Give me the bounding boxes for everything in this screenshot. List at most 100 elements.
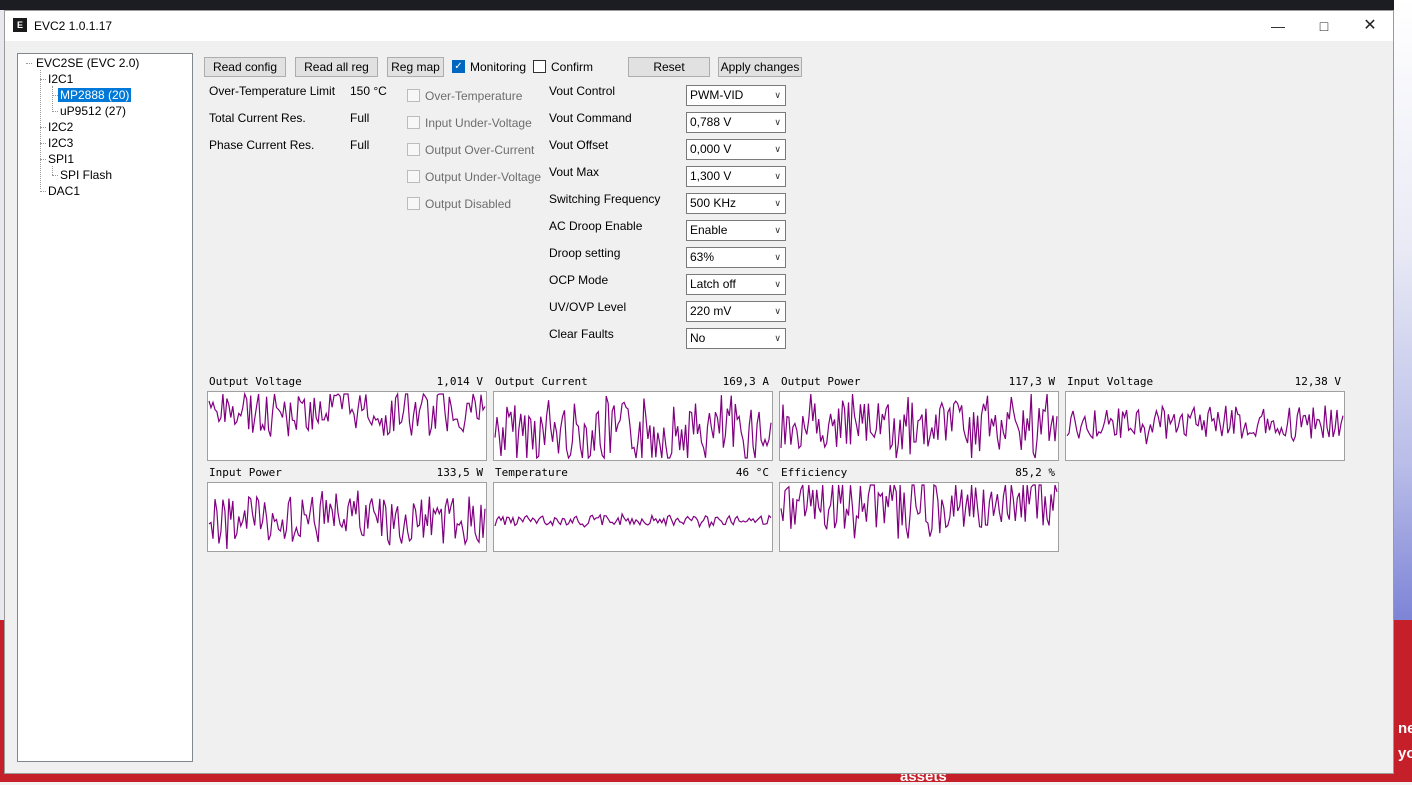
read-all-reg-button[interactable]: Read all reg: [295, 57, 378, 77]
info-label: Phase Current Res.: [209, 138, 315, 152]
tree-connector: [52, 111, 58, 112]
setting-label: Vout Offset: [549, 138, 609, 152]
monitor-title: Output Voltage: [209, 375, 302, 388]
setting-label: Switching Frequency: [549, 192, 661, 206]
monitor-graph: [1065, 391, 1345, 461]
read-config-button[interactable]: Read config: [204, 57, 286, 77]
minimize-button[interactable]: —: [1255, 11, 1301, 41]
background-text: yo: [1398, 745, 1412, 762]
status-checkbox: [407, 89, 420, 102]
tree-item-dac1[interactable]: DAC1: [48, 184, 80, 198]
tree-connector: [40, 79, 46, 80]
setting-label: Clear Faults: [549, 327, 614, 341]
app-icon: E: [13, 18, 27, 32]
chevron-down-icon: ∨: [774, 225, 781, 235]
monitor-value: 1,014 V: [436, 375, 483, 388]
monitoring-checkbox[interactable]: ✓: [452, 60, 465, 73]
tree-connector: [26, 63, 32, 64]
vout-command-select[interactable]: 0,788 V ∨: [686, 112, 786, 133]
droop-setting-select[interactable]: 63% ∨: [686, 247, 786, 268]
status-label: Output Under-Voltage: [425, 170, 542, 184]
uv-ovp-level-select[interactable]: 220 mV ∨: [686, 301, 786, 322]
info-value: Full: [350, 138, 370, 152]
confirm-label: Confirm: [551, 60, 594, 74]
monitor-graph: [493, 391, 773, 461]
maximize-icon: □: [1319, 18, 1329, 34]
setting-label: Vout Max: [549, 165, 600, 179]
chevron-down-icon: ∨: [774, 144, 781, 154]
close-icon: ✕: [1363, 17, 1377, 34]
chevron-down-icon: ∨: [774, 90, 781, 100]
monitor-title: Efficiency: [781, 466, 848, 479]
tree-item-up9512[interactable]: uP9512 (27): [60, 104, 126, 118]
setting-label: Droop setting: [549, 246, 621, 260]
window-title: EVC2 1.0.1.17: [34, 19, 113, 33]
setting-label: Vout Command: [549, 111, 632, 125]
switching-frequency-select[interactable]: 500 KHz ∨: [686, 193, 786, 214]
ac-droop-enable-select[interactable]: Enable ∨: [686, 220, 786, 241]
monitor-trace: [208, 392, 486, 437]
tree-item-i2c2[interactable]: I2C2: [48, 120, 73, 134]
vout-control-select[interactable]: PWM-VID ∨: [686, 85, 786, 106]
info-value: 150 °C: [350, 84, 387, 98]
tree-connector: [40, 70, 41, 189]
vout-max-select[interactable]: 1,300 V ∨: [686, 166, 786, 187]
title-bar[interactable]: E EVC2 1.0.1.17 — □ ✕: [5, 11, 1393, 41]
background-text: ne: [1398, 720, 1412, 737]
monitor-value: 117,3 W: [1008, 375, 1055, 388]
info-label: Total Current Res.: [209, 111, 306, 125]
tree-item-mp2888[interactable]: MP2888 (20): [58, 88, 132, 102]
vout-offset-select[interactable]: 0,000 V ∨: [686, 139, 786, 160]
reg-map-button[interactable]: Reg map: [387, 57, 444, 77]
checkmark-icon: ✓: [454, 61, 463, 72]
close-button[interactable]: ✕: [1347, 11, 1393, 41]
monitor-title: Input Power: [209, 466, 282, 479]
monitor-title: Temperature: [495, 466, 568, 479]
chevron-down-icon: ∨: [774, 279, 781, 289]
setting-label: AC Droop Enable: [549, 219, 643, 233]
status-checkbox: [407, 143, 420, 156]
tree-item-i2c1[interactable]: I2C1: [48, 72, 73, 86]
chevron-down-icon: ∨: [774, 171, 781, 181]
tree-root[interactable]: EVC2SE (EVC 2.0): [36, 56, 139, 70]
monitor-title: Output Power: [781, 375, 861, 388]
chevron-down-icon: ∨: [774, 117, 781, 127]
desktop-background-top: [0, 0, 1412, 10]
tree-item-i2c3[interactable]: I2C3: [48, 136, 73, 150]
chevron-down-icon: ∨: [774, 333, 781, 343]
monitor-graph: [779, 391, 1059, 461]
monitor-title: Output Current: [495, 375, 588, 388]
info-value: Full: [350, 111, 370, 125]
monitor-graph: [207, 391, 487, 461]
monitor-title: Input Voltage: [1067, 375, 1154, 388]
monitor-trace: [780, 393, 1058, 459]
monitor-trace: [208, 490, 486, 550]
ocp-mode-select[interactable]: Latch off ∨: [686, 274, 786, 295]
monitor-value: 169,3 A: [722, 375, 769, 388]
chevron-down-icon: ∨: [774, 198, 781, 208]
info-label: Over-Temperature Limit: [209, 84, 336, 98]
monitor-trace: [494, 395, 772, 460]
tree-item-spi1[interactable]: SPI1: [48, 152, 74, 166]
tree-item-spi-flash[interactable]: SPI Flash: [60, 168, 112, 182]
chevron-down-icon: ∨: [774, 252, 781, 262]
monitoring-label: Monitoring: [470, 60, 527, 74]
clear-faults-select[interactable]: No ∨: [686, 328, 786, 349]
status-label: Output Over-Current: [425, 143, 535, 157]
apply-changes-button[interactable]: Apply changes: [718, 57, 802, 77]
setting-label: Vout Control: [549, 84, 616, 98]
maximize-button[interactable]: □: [1301, 11, 1347, 41]
confirm-checkbox[interactable]: [533, 60, 546, 73]
status-label: Input Under-Voltage: [425, 116, 532, 130]
minimize-icon: —: [1271, 18, 1285, 34]
setting-label: OCP Mode: [549, 273, 609, 287]
tree-connector: [52, 175, 58, 176]
app-window: E EVC2 1.0.1.17 — □ ✕ EVC2SE (EVC 2.0) I…: [4, 10, 1394, 774]
reset-button[interactable]: Reset: [628, 57, 710, 77]
status-checkbox: [407, 116, 420, 129]
monitor-trace: [780, 483, 1058, 539]
monitor-value: 133,5 W: [436, 466, 483, 479]
device-tree[interactable]: EVC2SE (EVC 2.0) I2C1 MP2888 (20) uP9512…: [17, 53, 193, 762]
monitor-value: 46 °C: [735, 466, 769, 479]
monitor-graph: [779, 482, 1059, 552]
